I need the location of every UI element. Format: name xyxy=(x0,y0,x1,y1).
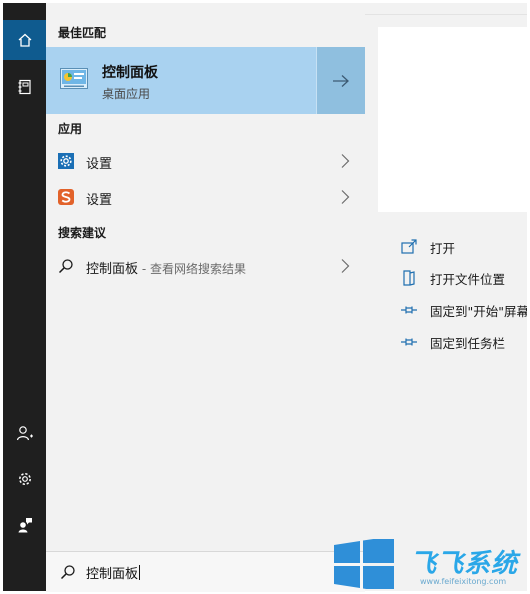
pin-icon xyxy=(401,338,417,346)
watermark-url: www.feifeixitong.com xyxy=(420,577,507,586)
web-suggestion-item[interactable]: 控制面板 - 查看网络搜索结果 xyxy=(46,249,365,283)
preview-pane xyxy=(378,27,527,212)
best-match-item[interactable]: 控制面板 桌面应用 xyxy=(46,47,365,114)
sogou-s-icon xyxy=(58,189,74,205)
best-match-subtitle: 桌面应用 xyxy=(102,87,151,101)
search-box[interactable]: 控制面板 xyxy=(46,551,365,592)
settings-button[interactable] xyxy=(3,459,46,499)
notebook-button[interactable] xyxy=(3,67,46,107)
action-pin-to-start[interactable]: 固定到"开始"屏幕 xyxy=(378,295,527,325)
app-result-label: 设置 xyxy=(86,157,113,172)
action-label: 打开文件位置 xyxy=(430,272,506,287)
file-location-icon xyxy=(403,270,415,286)
preview-actions: 打开 打开文件位置 固定到"开始"屏幕 固定到任务栏 xyxy=(378,212,527,591)
search-results-list: 最佳匹配 控制面板 桌面应用 应用 设置 设置 搜索建议 控制面板 - 查看网络… xyxy=(46,3,365,551)
watermark-text: 飞飞系统 xyxy=(410,549,519,579)
search-query-text: 控制面板 xyxy=(86,567,139,582)
gear-icon xyxy=(18,473,31,485)
action-open-file-location[interactable]: 打开文件位置 xyxy=(378,263,527,293)
app-result-sogou-settings[interactable]: 设置 xyxy=(46,180,365,214)
action-label: 固定到"开始"屏幕 xyxy=(430,304,527,319)
text-caret xyxy=(139,565,141,580)
suggestion-query: 控制面板 xyxy=(86,262,139,277)
notebook-icon xyxy=(18,79,31,95)
search-input[interactable]: 控制面板 xyxy=(86,563,141,582)
watermark: 飞飞系统 www.feifeixitong.com xyxy=(330,537,527,591)
search-icon xyxy=(60,565,75,580)
search-icon xyxy=(58,259,73,274)
windows-logo-icon xyxy=(334,539,394,589)
chevron-right-icon[interactable] xyxy=(339,153,351,169)
feedback-person-icon xyxy=(18,518,32,533)
action-label: 打开 xyxy=(430,241,456,256)
chevron-right-icon[interactable] xyxy=(339,189,351,205)
best-match-open-area[interactable]: 控制面板 桌面应用 xyxy=(46,47,316,114)
home-button[interactable] xyxy=(3,20,46,60)
arrow-right-icon xyxy=(333,74,349,87)
home-icon xyxy=(18,33,31,47)
app-result-label: 设置 xyxy=(86,193,113,208)
open-icon xyxy=(401,239,417,254)
pin-icon xyxy=(401,306,417,314)
action-open[interactable]: 打开 xyxy=(378,232,527,262)
section-apps: 应用 xyxy=(58,122,83,136)
section-best-match: 最佳匹配 xyxy=(58,26,107,40)
left-rail xyxy=(3,3,46,591)
app-result-settings[interactable]: 设置 xyxy=(46,144,365,178)
account-button[interactable] xyxy=(3,413,46,453)
action-pin-to-taskbar[interactable]: 固定到任务栏 xyxy=(378,327,527,357)
feedback-button[interactable] xyxy=(3,505,46,545)
user-add-icon xyxy=(16,426,33,441)
section-search-suggestions: 搜索建议 xyxy=(58,226,107,240)
best-match-expand-button[interactable] xyxy=(316,47,365,114)
preview-divider xyxy=(365,14,527,15)
suggestion-hint: - 查看网络搜索结果 xyxy=(138,262,246,276)
suggestion-label: 控制面板 - 查看网络搜索结果 xyxy=(86,258,246,277)
gear-settings-icon xyxy=(58,153,74,169)
best-match-title: 控制面板 xyxy=(102,65,158,81)
chevron-right-icon[interactable] xyxy=(339,258,351,274)
action-label: 固定到任务栏 xyxy=(430,336,506,351)
control-panel-icon xyxy=(60,68,88,89)
